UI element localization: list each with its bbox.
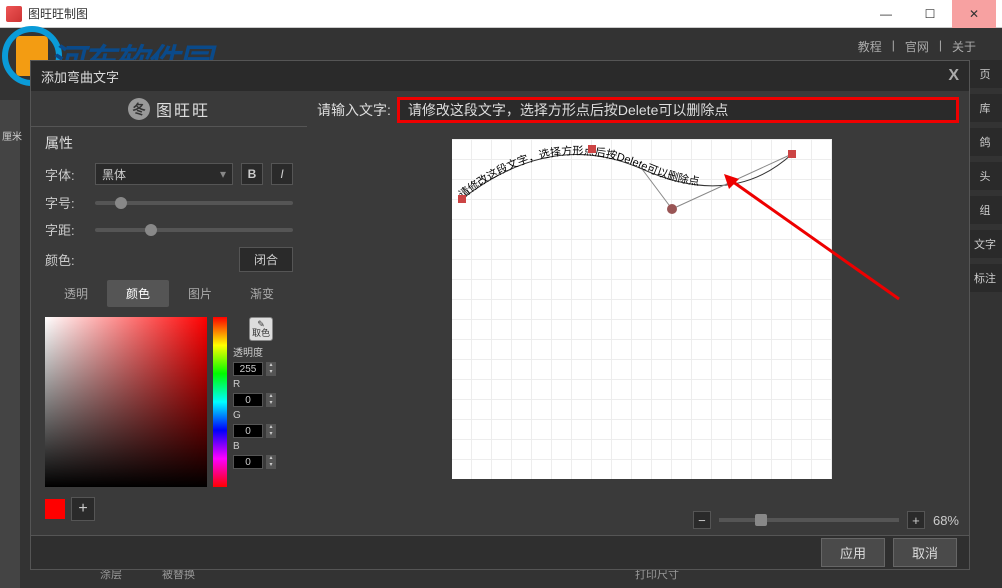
titlebar: 图旺旺制图 — ☐ ✕ — [0, 0, 1002, 28]
color-picker-area: ✎取色 透明度 ▴▾ R ▴▾ G ▴▾ B ▴▾ — [31, 311, 307, 493]
tab-image[interactable]: 图片 — [169, 280, 231, 307]
bold-button[interactable]: B — [241, 163, 263, 185]
zoom-in-button[interactable]: + — [907, 511, 925, 529]
g-stepper[interactable]: ▴▾ — [266, 424, 276, 438]
close-button[interactable]: ✕ — [952, 0, 996, 28]
curved-text-input[interactable] — [397, 97, 959, 123]
sidebar-item[interactable]: 头 — [968, 162, 1002, 190]
size-label: 字号: — [45, 193, 87, 212]
path-anchor-handle[interactable] — [588, 145, 596, 153]
dialog-body: 冬 图旺旺 属性 字体: 黑体 B I 字号: 字距: 颜色: 闭合 — [31, 91, 969, 535]
official-site-link[interactable]: 官网 — [899, 38, 935, 55]
zoom-slider[interactable] — [719, 518, 899, 522]
window-controls: — ☐ ✕ — [864, 0, 996, 28]
canvas-panel: 请输入文字: 请修改这段文字，选择方形点后按Delete可以删除点 — [307, 91, 969, 535]
add-swatch-button[interactable]: + — [71, 497, 95, 521]
g-input[interactable] — [233, 424, 263, 438]
svg-text:请修改这段文字，选择方形点后按Delete可以删除点: 请修改这段文字，选择方形点后按Delete可以删除点 — [456, 143, 700, 201]
dialog-title: 添加弯曲文字 — [41, 67, 948, 86]
italic-button[interactable]: I — [271, 163, 293, 185]
size-slider[interactable] — [95, 201, 293, 205]
input-label: 请输入文字: — [317, 100, 391, 120]
canvas-wrapper: 请修改这段文字，选择方形点后按Delete可以删除点 — [307, 129, 969, 505]
spacing-row: 字距: — [31, 216, 307, 243]
close-path-button[interactable]: 闭合 — [239, 247, 293, 272]
swatch-row: + — [31, 493, 307, 525]
alpha-label: 透明度 — [233, 344, 263, 359]
font-label: 字体: — [45, 165, 87, 184]
top-links: 教程| 官网| 关于 — [852, 38, 982, 55]
path-anchor-handle[interactable] — [788, 150, 796, 158]
brand-logo-icon: 冬 — [128, 98, 150, 120]
apply-button[interactable]: 应用 — [821, 538, 885, 567]
properties-panel: 冬 图旺旺 属性 字体: 黑体 B I 字号: 字距: 颜色: 闭合 — [31, 91, 307, 535]
alpha-input[interactable] — [233, 362, 263, 376]
sidebar-item[interactable]: 库 — [968, 94, 1002, 122]
r-input[interactable] — [233, 393, 263, 407]
font-select[interactable]: 黑体 — [95, 163, 233, 185]
b-input[interactable] — [233, 455, 263, 469]
dialog-footer: 应用 取消 — [31, 535, 969, 569]
sidebar-item[interactable]: 鸽 — [968, 128, 1002, 156]
r-stepper[interactable]: ▴▾ — [266, 393, 276, 407]
sidebar-item[interactable]: 文字 — [968, 230, 1002, 258]
tab-transparent[interactable]: 透明 — [45, 280, 107, 307]
brand-name: 图旺旺 — [156, 97, 210, 121]
current-color-swatch[interactable] — [45, 499, 65, 519]
window-title: 图旺旺制图 — [28, 5, 864, 22]
color-label-row: 颜色: 闭合 — [31, 243, 307, 276]
right-sidebar: 页 库 鸽 头 组 文字 标注 — [968, 60, 1002, 292]
dialog-close-button[interactable]: X — [948, 67, 959, 85]
alpha-stepper[interactable]: ▴▾ — [266, 362, 276, 376]
font-row: 字体: 黑体 B I — [31, 159, 307, 189]
ruler-unit-label: 厘米 — [2, 128, 22, 143]
sidebar-item[interactable]: 标注 — [968, 264, 1002, 292]
spacing-label: 字距: — [45, 220, 87, 239]
sidebar-item[interactable]: 页 — [968, 60, 1002, 88]
hue-slider[interactable] — [213, 317, 227, 487]
r-label: R — [233, 379, 263, 390]
eyedropper-button[interactable]: ✎取色 — [249, 317, 273, 341]
spacing-slider[interactable] — [95, 228, 293, 232]
minimize-button[interactable]: — — [864, 0, 908, 28]
cancel-button[interactable]: 取消 — [893, 538, 957, 567]
zoom-value: 68% — [933, 513, 959, 528]
canvas[interactable]: 请修改这段文字，选择方形点后按Delete可以删除点 — [452, 139, 832, 479]
rgba-column: ✎取色 透明度 ▴▾ R ▴▾ G ▴▾ B ▴▾ — [233, 317, 289, 487]
color-tabs: 透明 颜色 图片 渐变 — [31, 276, 307, 311]
about-link[interactable]: 关于 — [946, 38, 982, 55]
curved-text-dialog: 添加弯曲文字 X 冬 图旺旺 属性 字体: 黑体 B I 字号: 字距: — [30, 60, 970, 570]
brand-row: 冬 图旺旺 — [31, 91, 307, 127]
color-label: 颜色: — [45, 250, 87, 269]
zoom-out-button[interactable]: − — [693, 511, 711, 529]
vertical-ruler — [0, 100, 20, 588]
app-favicon — [6, 6, 22, 22]
saturation-value-box[interactable] — [45, 317, 207, 487]
curved-text-render: 请修改这段文字，选择方形点后按Delete可以删除点 — [452, 139, 832, 219]
sidebar-item[interactable]: 组 — [968, 196, 1002, 224]
g-label: G — [233, 410, 263, 421]
tab-color[interactable]: 颜色 — [107, 280, 169, 307]
size-row: 字号: — [31, 189, 307, 216]
text-input-row: 请输入文字: — [307, 91, 969, 129]
maximize-button[interactable]: ☐ — [908, 0, 952, 28]
b-label: B — [233, 441, 263, 452]
path-anchor-handle[interactable] — [458, 195, 466, 203]
path-control-handle[interactable] — [667, 204, 677, 214]
dialog-header[interactable]: 添加弯曲文字 X — [31, 61, 969, 91]
zoom-controls: − + 68% — [307, 505, 969, 535]
tutorial-link[interactable]: 教程 — [852, 38, 888, 55]
section-title: 属性 — [31, 127, 307, 159]
b-stepper[interactable]: ▴▾ — [266, 455, 276, 469]
tab-gradient[interactable]: 渐变 — [231, 280, 293, 307]
